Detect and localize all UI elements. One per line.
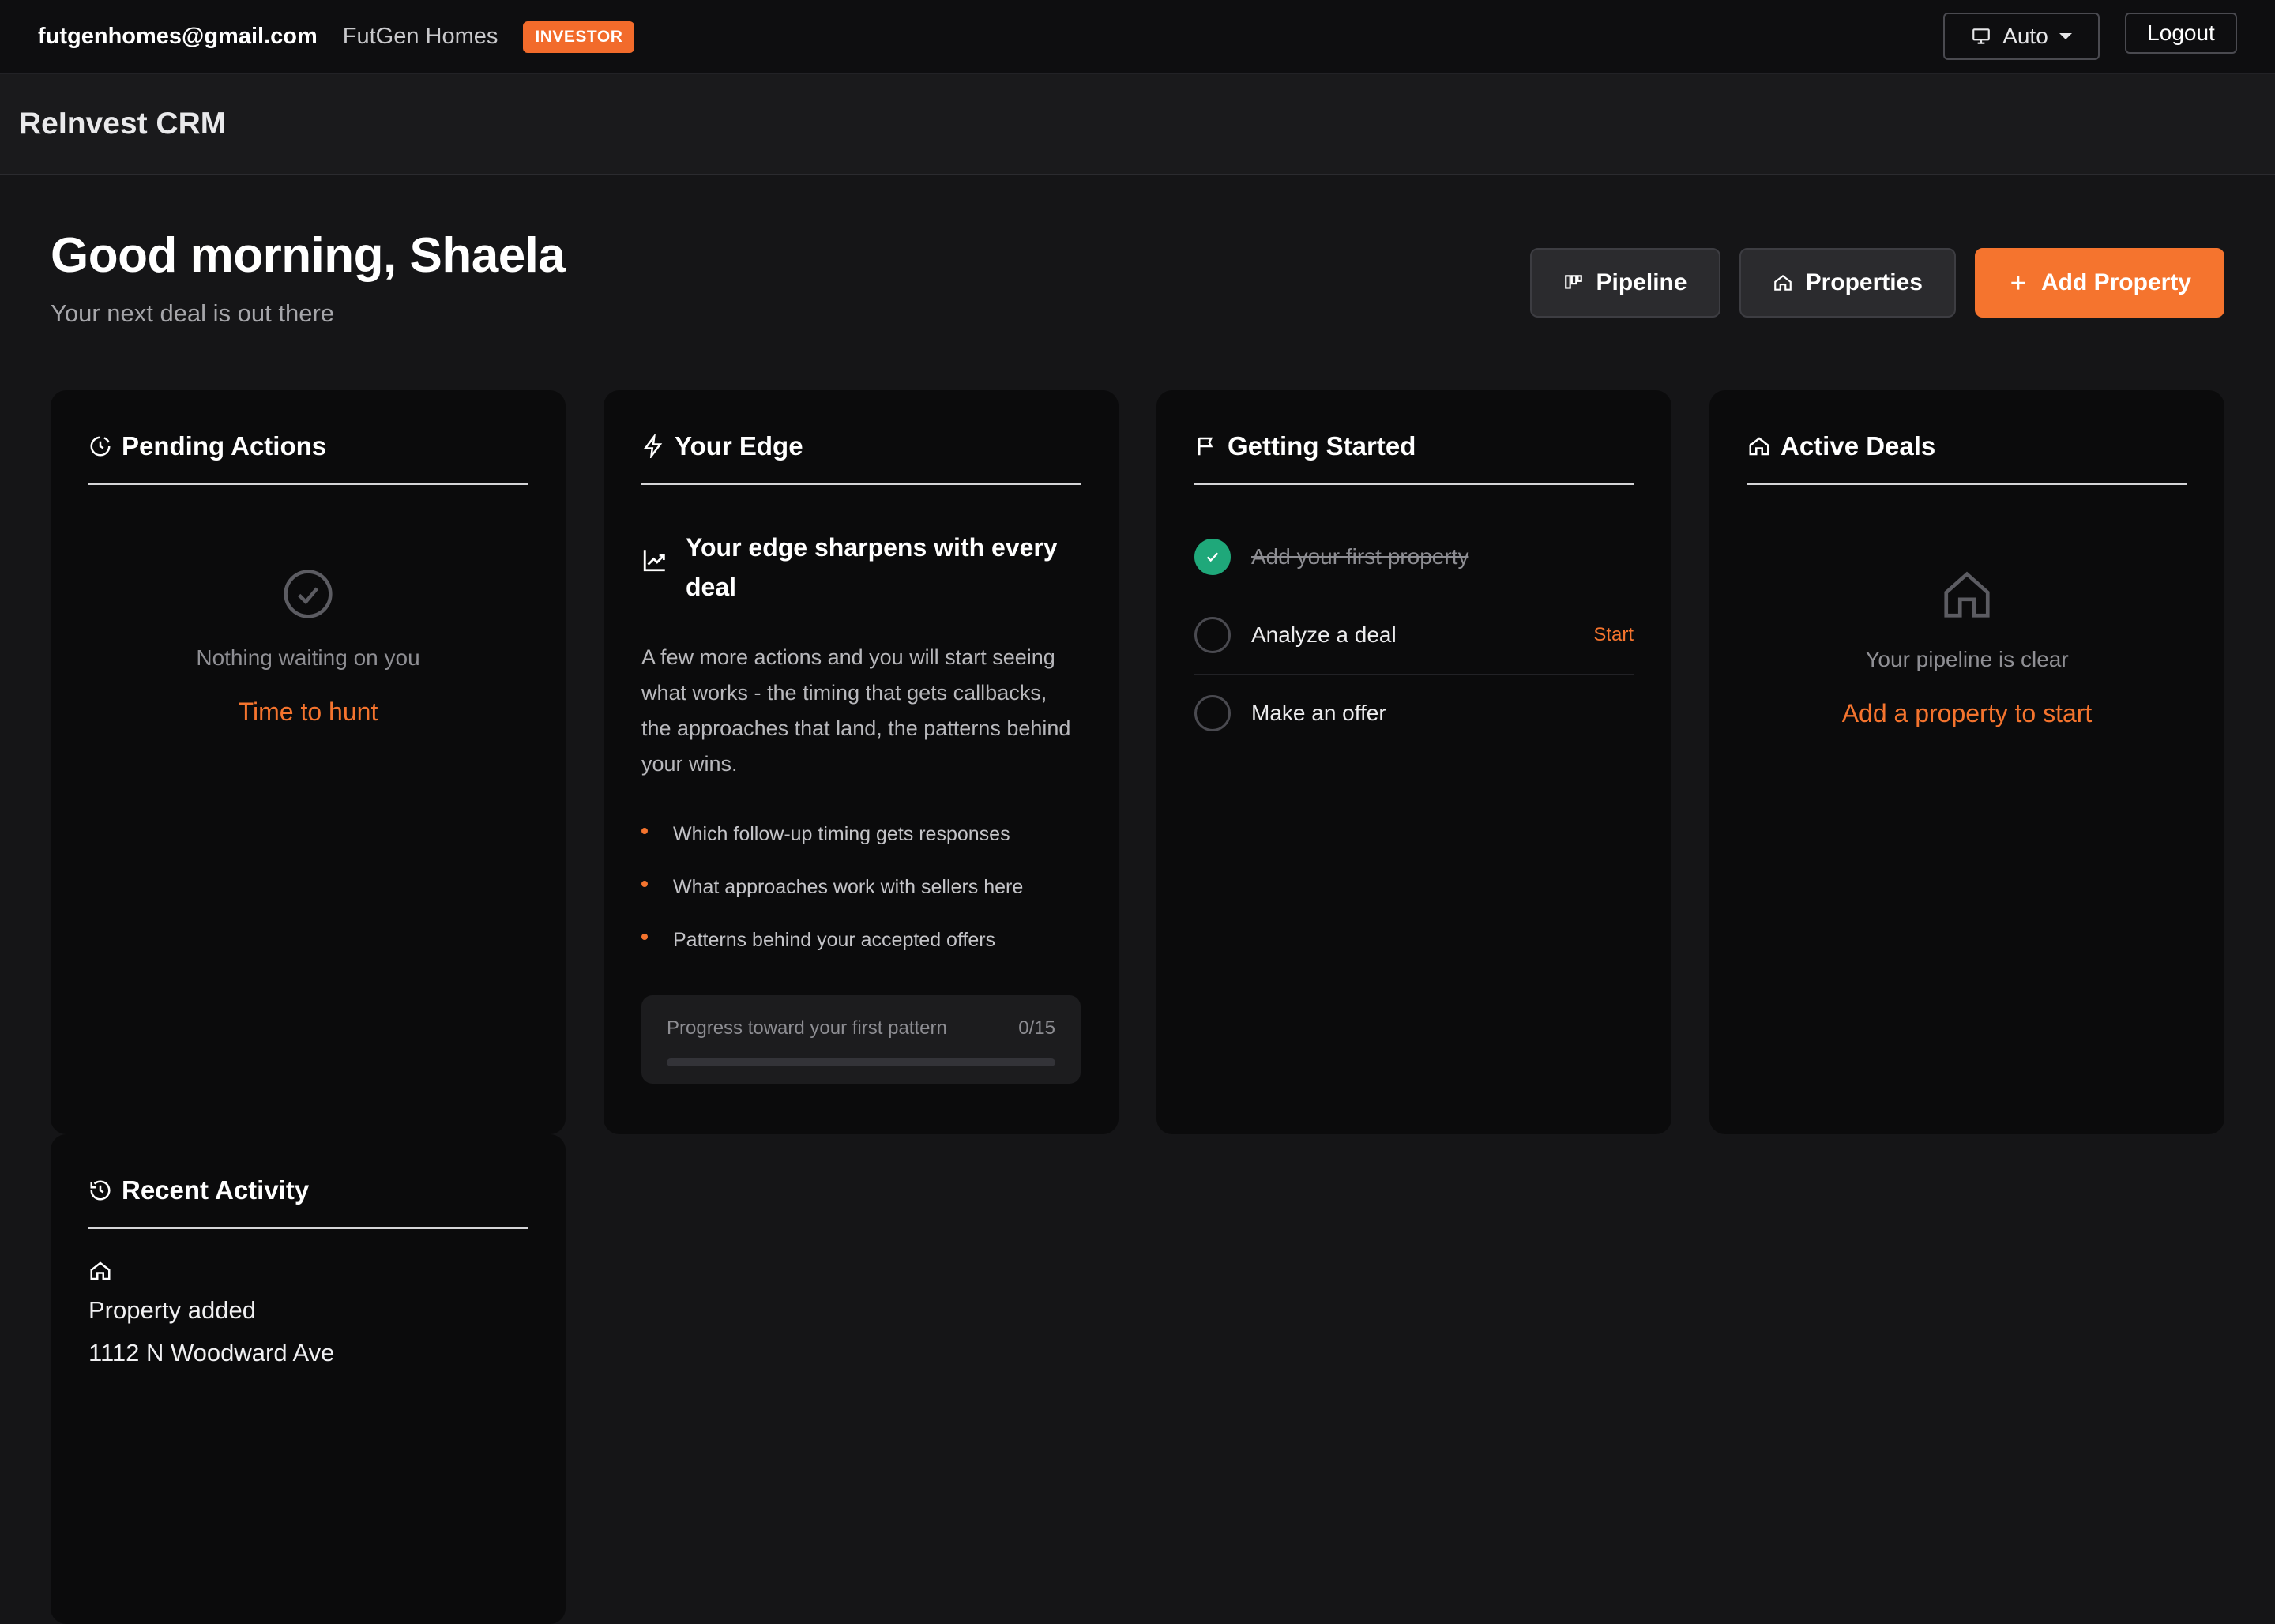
- pending-actions-title: Pending Actions: [122, 431, 327, 461]
- recent-activity-header: Recent Activity: [88, 1175, 528, 1229]
- progress-count: 0/15: [1018, 1017, 1055, 1039]
- plus-icon: [2011, 276, 2025, 290]
- app-header: ReInvest CRM: [0, 74, 2275, 175]
- activity-item[interactable]: Property added 1112 N Woodward Ave: [88, 1259, 528, 1367]
- properties-button-label: Properties: [1805, 269, 1923, 295]
- active-deals-header: Active Deals: [1747, 431, 2187, 485]
- quick-actions: Pipeline Properties Add Property: [1529, 248, 2224, 318]
- chevron-down-icon: [2059, 33, 2072, 39]
- step-label: Add your first property: [1251, 544, 1469, 569]
- pipeline-button-label: Pipeline: [1596, 269, 1687, 295]
- home-icon: [1773, 274, 1792, 291]
- page-title: Good morning, Shaela: [51, 228, 566, 283]
- recent-activity-title: Recent Activity: [122, 1175, 310, 1205]
- step-make-offer: Make an offer: [1194, 675, 1634, 752]
- step-add-first-property: Add your first property: [1194, 518, 1634, 596]
- user-email: futgenhomes@gmail.com: [38, 24, 318, 49]
- progress-bar: [667, 1058, 1055, 1066]
- home-icon: [90, 1261, 111, 1280]
- kanban-icon: [1564, 275, 1582, 289]
- theme-select[interactable]: Auto: [1943, 13, 2100, 60]
- onboarding-steps: Add your first property Analyze a deal S…: [1194, 518, 1634, 752]
- activity-type: Property added: [88, 1296, 256, 1324]
- card-grid: Pending Actions Nothing waiting on you T…: [51, 390, 2224, 1134]
- edge-bullets: Which follow-up timing gets responses Wh…: [641, 823, 1081, 952]
- active-deals-empty-message: Your pipeline is clear: [1865, 647, 2069, 671]
- theme-select-value: Auto: [2002, 24, 2048, 48]
- house-icon: [1944, 571, 1990, 618]
- pending-empty-message: Nothing waiting on you: [196, 645, 420, 670]
- role-badge: INVESTOR: [523, 21, 635, 53]
- pipeline-button[interactable]: Pipeline: [1529, 248, 1720, 318]
- check-circle-icon: [284, 570, 333, 618]
- recent-activity-card: Recent Activity Property added 1112 N Wo…: [51, 1134, 566, 1624]
- add-property-button[interactable]: Add Property: [1974, 248, 2224, 318]
- your-edge-card: Your Edge Your edge sharpens with every …: [604, 390, 1119, 1134]
- step-label: Analyze a deal: [1251, 622, 1397, 647]
- app-title: ReInvest CRM: [19, 107, 227, 141]
- page-subtitle: Your next deal is out there: [51, 299, 335, 327]
- pending-empty-state: Nothing waiting on you Time to hunt: [88, 567, 528, 727]
- step-analyze-deal: Analyze a deal Start: [1194, 596, 1634, 675]
- top-bar: futgenhomes@gmail.com FutGen Homes INVES…: [0, 0, 2275, 74]
- edge-heading: Your edge sharpens with every deal: [641, 528, 1081, 607]
- greeting: Good morning, Shaela Your next deal is o…: [51, 227, 566, 328]
- list-item: Which follow-up timing gets responses: [641, 823, 1081, 846]
- your-edge-title: Your Edge: [675, 431, 803, 461]
- home-icon: [1749, 437, 1769, 456]
- list-item-text: Patterns behind your accepted offers: [673, 929, 996, 951]
- list-item: What approaches work with sellers here: [641, 876, 1081, 899]
- active-deals-empty-state: Your pipeline is clear Add a property to…: [1747, 567, 2187, 728]
- history-icon: [90, 1180, 111, 1201]
- bullet-dot: [641, 828, 648, 834]
- active-deals-card: Active Deals Your pipeline is clear Add …: [1709, 390, 2224, 1134]
- edge-heading-text: Your edge sharpens with every deal: [686, 533, 1058, 601]
- progress-label: Progress toward your first pattern: [667, 1017, 947, 1039]
- your-edge-header: Your Edge: [641, 431, 1081, 485]
- step-label: Make an offer: [1251, 701, 1386, 725]
- properties-button[interactable]: Properties: [1739, 248, 1956, 318]
- list-item-text: Which follow-up timing gets responses: [673, 823, 1010, 845]
- step-pending-circle-icon: [1194, 617, 1231, 653]
- getting-started-title: Getting Started: [1228, 431, 1416, 461]
- pending-actions-header: Pending Actions: [88, 431, 528, 485]
- flag-icon: [1198, 437, 1213, 456]
- start-analyze-deal-link[interactable]: Start: [1593, 624, 1634, 646]
- lightning-icon: [643, 434, 663, 458]
- pattern-progress: Progress toward your first pattern 0/15: [641, 995, 1081, 1084]
- bullet-dot: [641, 934, 648, 940]
- activity-detail: 1112 N Woodward Ave: [88, 1339, 335, 1366]
- getting-started-header: Getting Started: [1194, 431, 1634, 485]
- edge-description: A few more actions and you will start se…: [641, 645, 1071, 776]
- trending-up-icon: [643, 550, 665, 572]
- step-pending-circle-icon: [1194, 695, 1231, 731]
- getting-started-card: Getting Started Add your first property …: [1156, 390, 1671, 1134]
- active-deals-title: Active Deals: [1781, 431, 1936, 461]
- time-to-hunt-link[interactable]: Time to hunt: [88, 697, 528, 727]
- add-property-button-label: Add Property: [2040, 269, 2191, 295]
- monitor-icon: [1972, 28, 1991, 44]
- add-property-to-start-link[interactable]: Add a property to start: [1747, 699, 2187, 728]
- logout-button[interactable]: Logout: [2125, 13, 2237, 54]
- clock-icon: [90, 436, 111, 457]
- pending-actions-card: Pending Actions Nothing waiting on you T…: [51, 390, 566, 1134]
- company-name: FutGen Homes: [342, 24, 498, 49]
- list-item-text: What approaches work with sellers here: [673, 876, 1024, 898]
- step-complete-check-icon: [1194, 539, 1231, 575]
- list-item: Patterns behind your accepted offers: [641, 929, 1081, 952]
- bullet-dot: [641, 881, 648, 887]
